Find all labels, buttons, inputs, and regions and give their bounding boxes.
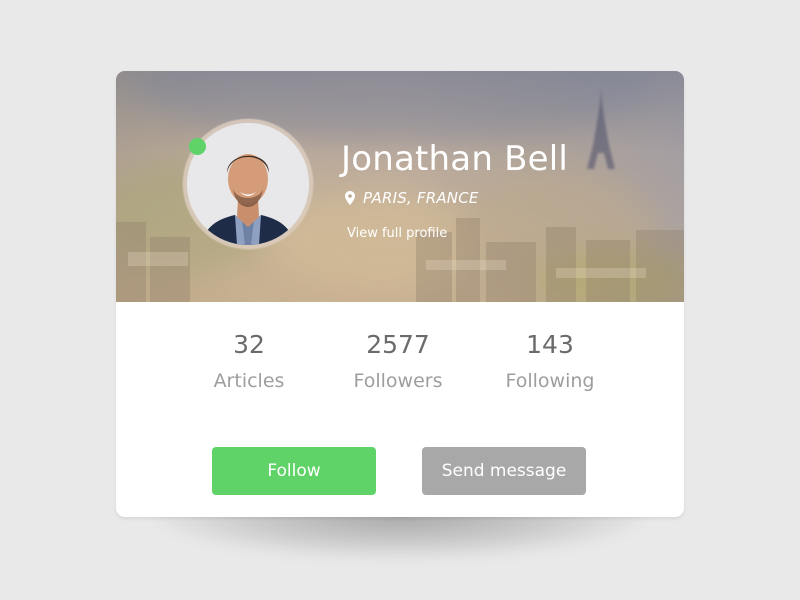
cover-image: Jonathan Bell PARIS, FRANCE View full pr… xyxy=(116,71,684,302)
stat-label: Following xyxy=(505,370,595,392)
view-full-profile-link[interactable]: View full profile xyxy=(347,226,447,241)
eiffel-tower-silhouette xyxy=(587,89,615,169)
send-message-button[interactable]: Send message xyxy=(422,447,586,495)
avatar-portrait xyxy=(187,123,309,245)
stat-value: 32 xyxy=(233,330,265,359)
stat-label: Articles xyxy=(213,370,285,392)
profile-name: Jonathan Bell xyxy=(341,139,569,179)
location-text: PARIS, FRANCE xyxy=(363,189,479,207)
stat-value: 2577 xyxy=(366,330,430,359)
stat-label: Followers xyxy=(353,370,443,392)
follow-button[interactable]: Follow xyxy=(212,447,376,495)
stat-articles[interactable]: 32 Articles xyxy=(174,329,324,394)
stat-followers[interactable]: 2577 Followers xyxy=(323,329,473,394)
map-pin-icon xyxy=(345,191,355,205)
page: Jonathan Bell PARIS, FRANCE View full pr… xyxy=(0,0,800,600)
avatar[interactable] xyxy=(187,123,309,245)
profile-card: Jonathan Bell PARIS, FRANCE View full pr… xyxy=(116,71,684,517)
online-status-dot xyxy=(189,138,206,155)
stat-value: 143 xyxy=(526,330,574,359)
avatar-frame xyxy=(183,119,313,249)
stat-following[interactable]: 143 Following xyxy=(475,329,625,394)
location-row: PARIS, FRANCE xyxy=(345,188,479,208)
